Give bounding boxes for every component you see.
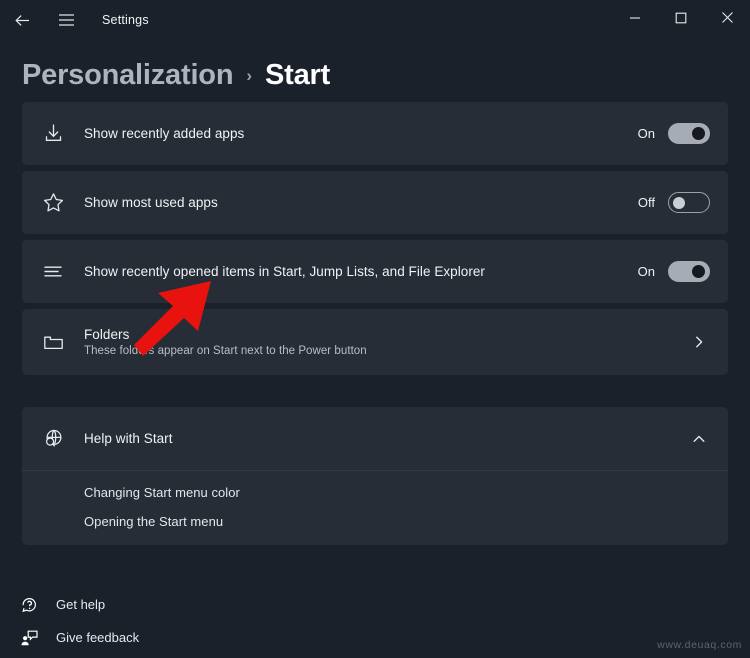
help-link-opening-start-menu[interactable]: Opening the Start menu	[84, 514, 223, 529]
setting-card-most-used: Show most used apps Off	[22, 171, 728, 234]
question-bubble-icon	[18, 595, 40, 614]
help-with-start-header[interactable]: Help with Start	[22, 407, 728, 470]
setting-card-folders: Folders These folders appear on Start ne…	[22, 309, 728, 375]
setting-description: These folders appear on Start next to th…	[84, 345, 676, 357]
toggle-recently-added[interactable]	[668, 123, 710, 144]
setting-label: Folders	[84, 327, 676, 342]
section-spacer	[22, 381, 728, 407]
help-with-start-card: Help with Start Changing Start menu colo…	[22, 407, 728, 545]
toggle-state-label: Off	[638, 195, 655, 210]
minimize-button[interactable]	[612, 0, 658, 40]
help-expander-control	[688, 432, 710, 446]
setting-text-recently-opened: Show recently opened items in Start, Jum…	[84, 264, 626, 279]
setting-text-most-used: Show most used apps	[84, 195, 626, 210]
setting-control-recently-added: On	[638, 123, 710, 144]
setting-control-recently-opened: On	[638, 261, 710, 282]
back-arrow-icon	[13, 11, 32, 30]
hamburger-menu-button[interactable]	[44, 0, 88, 40]
setting-row-recently-added[interactable]: Show recently added apps On	[22, 102, 728, 165]
help-links-list: Changing Start menu color Opening the St…	[22, 471, 728, 545]
settings-list: Show recently added apps On Show most us…	[0, 102, 750, 545]
toggle-state-label: On	[638, 264, 655, 279]
setting-control-folders	[688, 335, 710, 349]
page-title: Start	[265, 59, 330, 92]
setting-label: Show most used apps	[84, 195, 626, 210]
window-controls	[612, 0, 750, 40]
toggle-knob	[692, 265, 705, 278]
close-icon	[721, 11, 734, 29]
feedback-person-icon	[18, 628, 40, 647]
folder-icon	[22, 330, 84, 355]
help-with-start-label: Help with Start	[84, 431, 676, 446]
toggle-recently-opened[interactable]	[668, 261, 710, 282]
setting-control-most-used: Off	[638, 192, 710, 213]
watermark: www.deuaq.com	[657, 639, 742, 651]
minimize-icon	[629, 11, 641, 29]
close-button[interactable]	[704, 0, 750, 40]
setting-text-recently-added: Show recently added apps	[84, 126, 626, 141]
breadcrumb: Personalization › Start	[0, 40, 750, 102]
setting-label: Show recently opened items in Start, Jum…	[84, 264, 626, 279]
chevron-up-icon[interactable]	[688, 432, 710, 446]
setting-row-recently-opened[interactable]: Show recently opened items in Start, Jum…	[22, 240, 728, 303]
maximize-button[interactable]	[658, 0, 704, 40]
star-icon	[22, 190, 84, 215]
setting-row-folders[interactable]: Folders These folders appear on Start ne…	[22, 309, 728, 375]
give-feedback-row[interactable]: Give feedback	[0, 621, 750, 654]
title-bar: Settings	[0, 0, 750, 40]
setting-row-most-used[interactable]: Show most used apps Off	[22, 171, 728, 234]
chevron-right-icon[interactable]	[688, 335, 710, 349]
maximize-icon	[675, 11, 687, 29]
setting-card-recently-added: Show recently added apps On	[22, 102, 728, 165]
back-button[interactable]	[0, 0, 44, 40]
globe-search-icon	[22, 426, 84, 451]
get-help-label: Get help	[56, 597, 105, 612]
hamburger-menu-icon	[58, 13, 75, 27]
footer: Get help Give feedback	[0, 588, 750, 658]
toggle-knob	[692, 127, 705, 140]
list-icon	[22, 259, 84, 284]
toggle-most-used[interactable]	[668, 192, 710, 213]
help-link-changing-color[interactable]: Changing Start menu color	[84, 485, 240, 500]
setting-text-folders: Folders These folders appear on Start ne…	[84, 327, 676, 357]
breadcrumb-separator-icon: ›	[246, 66, 252, 86]
toggle-knob	[673, 197, 685, 209]
setting-card-recently-opened: Show recently opened items in Start, Jum…	[22, 240, 728, 303]
window-title: Settings	[102, 13, 149, 27]
toggle-state-label: On	[638, 126, 655, 141]
get-help-row[interactable]: Get help	[0, 588, 750, 621]
setting-label: Show recently added apps	[84, 126, 626, 141]
download-icon	[22, 121, 84, 146]
give-feedback-label: Give feedback	[56, 630, 139, 645]
help-with-start-text: Help with Start	[84, 431, 676, 446]
breadcrumb-parent-link[interactable]: Personalization	[22, 59, 233, 92]
